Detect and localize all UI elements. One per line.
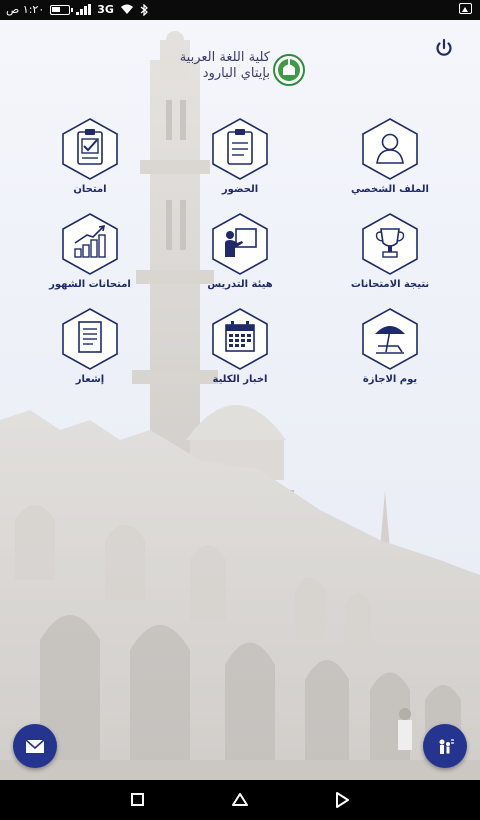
- notice-icon: [62, 308, 118, 370]
- profile-icon: [362, 118, 418, 180]
- exam-icon: [62, 118, 118, 180]
- power-icon: [436, 38, 452, 56]
- college-location: بإيتاي البارود: [202, 66, 270, 81]
- tile-exam[interactable]: امتحان: [30, 118, 150, 214]
- status-indicators: ١:٢٠ ص 3G: [6, 3, 148, 16]
- tile-label: هيئة التدريس: [207, 279, 273, 290]
- tile-faculty[interactable]: هيئة التدريس: [180, 213, 300, 309]
- tile-label: اخبار الكلية: [212, 374, 268, 385]
- network-type: 3G: [97, 3, 114, 16]
- square-icon: [131, 793, 144, 806]
- people-icon: [439, 739, 454, 754]
- tile-profile[interactable]: الملف الشخصي: [330, 118, 450, 214]
- back-arrow-icon: [336, 792, 349, 808]
- home-triangle-icon: [232, 793, 248, 806]
- home-screen: كلية اللغة العربية بإيتاي البارود الملف …: [0, 20, 480, 780]
- navigation-bar: [0, 780, 480, 820]
- envelope-icon: [25, 739, 45, 753]
- power-button[interactable]: [432, 36, 456, 60]
- status-time: ١:٢٠ ص: [6, 3, 45, 16]
- beach-icon: [362, 308, 418, 370]
- tile-label: امتحان: [73, 184, 107, 195]
- attendance-icon: [212, 118, 268, 180]
- status-bar: ١:٢٠ ص 3G: [0, 0, 480, 20]
- university-logo: [273, 54, 305, 86]
- recent-apps-button[interactable]: [128, 790, 148, 810]
- calendar-icon: [212, 308, 268, 370]
- messages-button[interactable]: [13, 724, 57, 768]
- contact-button[interactable]: [423, 724, 467, 768]
- tile-label: إشعار: [75, 374, 105, 385]
- tile-label: الحضور: [221, 184, 259, 195]
- tile-exam-results[interactable]: نتيجة الامتحانات: [330, 213, 450, 309]
- image-notification-icon: [459, 3, 472, 14]
- tile-attendance[interactable]: الحضور: [180, 118, 300, 214]
- home-button[interactable]: [230, 790, 250, 810]
- tile-holiday[interactable]: يوم الاجازة: [330, 308, 450, 404]
- tile-label: يوم الاجازة: [362, 374, 418, 385]
- chart-icon: [62, 213, 118, 275]
- tile-label: الملف الشخصي: [351, 184, 429, 195]
- bluetooth-icon: [140, 3, 148, 16]
- tile-college-news[interactable]: اخبار الكلية: [180, 308, 300, 404]
- tile-label: امتحانات الشهور: [49, 279, 131, 290]
- teacher-icon: [212, 213, 268, 275]
- back-button[interactable]: [332, 790, 352, 810]
- tile-monthly-exams[interactable]: امتحانات الشهور: [30, 213, 150, 309]
- college-name: كلية اللغة العربية: [179, 50, 270, 65]
- college-title: كلية اللغة العربية بإيتاي البارود: [150, 50, 270, 82]
- battery-icon: [50, 4, 74, 15]
- tile-notice[interactable]: إشعار: [30, 308, 150, 404]
- tile-label: نتيجة الامتحانات: [350, 279, 430, 290]
- wifi-icon: [120, 4, 133, 14]
- notification-area: [459, 3, 472, 14]
- signal-icon: [76, 4, 92, 15]
- trophy-icon: [362, 213, 418, 275]
